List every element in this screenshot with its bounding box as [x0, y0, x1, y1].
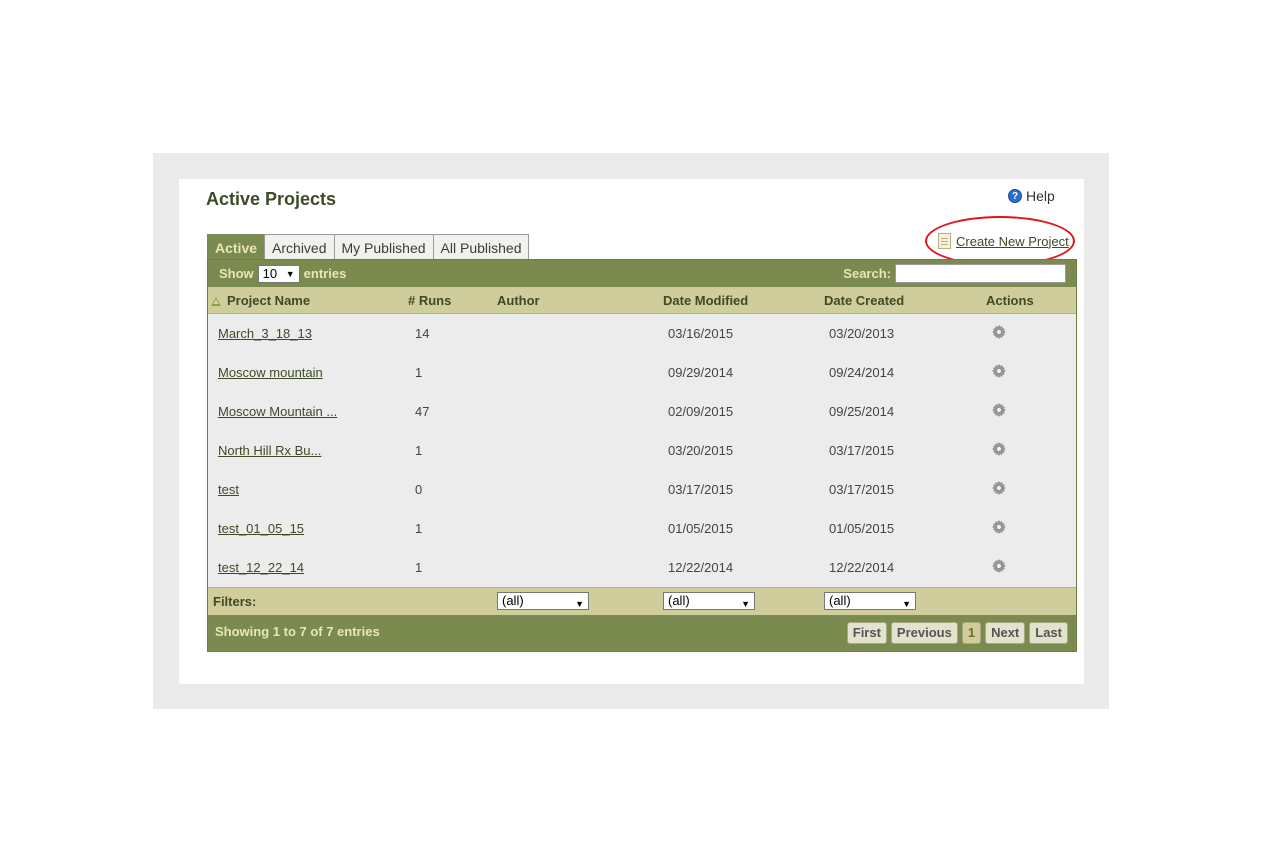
project-name-cell: test_12_22_14: [218, 560, 304, 575]
date-modified-cell: 03/17/2015: [668, 482, 734, 497]
page-1-button[interactable]: 1: [961, 622, 982, 644]
project-name-cell: Moscow mountain: [218, 365, 323, 380]
project-name-cell: Moscow Mountain ...: [218, 404, 337, 419]
date-created-cell: 09/24/2014: [829, 365, 895, 380]
project-link[interactable]: Moscow mountain: [218, 365, 323, 380]
date-created-cell: 03/17/2015: [829, 443, 895, 458]
project-name-cell: North Hill Rx Bu...: [218, 443, 321, 458]
date-modified-cell: 09/29/2014: [668, 365, 734, 380]
next-page-button[interactable]: Next: [985, 622, 1026, 644]
table-body: March_3_18_13 14 03/16/2015 03/20/2013 Mosco…: [208, 314, 1076, 587]
date-created-cell: 12/22/2014: [829, 560, 895, 575]
col-author[interactable]: Author: [497, 293, 540, 308]
date-created-cell: 03/20/2013: [829, 326, 895, 341]
project-name-cell: test: [218, 482, 239, 497]
date-created-cell: 03/17/2015: [829, 482, 895, 497]
first-page-button[interactable]: First: [846, 622, 887, 644]
help-link[interactable]: ? Help: [1008, 188, 1055, 204]
table-footer: Showing 1 to 7 of 7 entries First Previo…: [208, 615, 1076, 651]
project-name-cell: March_3_18_13: [218, 326, 312, 341]
table-row: test_01_05_15 1 01/05/2015 01/05/2015: [208, 509, 1076, 548]
col-project-name-label: Project Name: [227, 292, 311, 308]
entries-length-select[interactable]: 10 ▼: [257, 264, 300, 283]
table-row: Moscow mountain 1 09/29/2014 09/24/2014: [208, 353, 1076, 392]
created-filter-select[interactable]: (all) ▼: [824, 592, 916, 610]
dropdown-arrow-icon: ▼: [575, 599, 584, 609]
gear-icon[interactable]: [991, 558, 1007, 574]
runs-cell: 14: [415, 326, 430, 341]
date-created-cell: 01/05/2015: [829, 521, 895, 536]
date-modified-cell: 01/05/2015: [668, 521, 734, 536]
date-modified-cell: 02/09/2015: [668, 404, 734, 419]
runs-cell: 1: [415, 560, 423, 575]
modified-filter-value: (all): [668, 593, 690, 608]
runs-cell: 1: [415, 365, 423, 380]
runs-cell: 1: [415, 521, 423, 536]
table-row: Moscow Mountain ... 47 02/09/2015 09/25/201…: [208, 392, 1076, 431]
previous-page-button[interactable]: Previous: [890, 622, 958, 644]
search-input[interactable]: [895, 264, 1066, 283]
col-date-modified[interactable]: Date Modified: [663, 293, 748, 308]
table-row: North Hill Rx Bu... 1 03/20/2015 03/17/2015: [208, 431, 1076, 470]
document-icon: [938, 233, 951, 249]
project-link[interactable]: March_3_18_13: [218, 326, 312, 341]
col-actions: Actions: [986, 292, 1034, 308]
help-label: Help: [1026, 188, 1055, 204]
gear-icon[interactable]: [991, 402, 1007, 418]
dropdown-arrow-icon: ▼: [902, 599, 911, 609]
table-row: test 0 03/17/2015 03/17/2015: [208, 470, 1076, 509]
project-link[interactable]: test: [218, 482, 239, 497]
dropdown-arrow-icon: ▼: [285, 268, 295, 279]
project-name-cell: test_01_05_15: [218, 521, 304, 536]
tab-all-published[interactable]: All Published: [432, 234, 530, 260]
author-filter-select[interactable]: (all) ▼: [497, 592, 589, 610]
projects-table: Show 10 ▼ entries Search: Project Name #…: [207, 259, 1077, 652]
project-tabs: Active Archived My Published All Publish…: [207, 234, 530, 260]
project-link[interactable]: Moscow Mountain ...: [218, 404, 337, 419]
page-title: Active Projects: [206, 189, 337, 209]
date-modified-cell: 03/20/2015: [668, 443, 734, 458]
col-date-created[interactable]: Date Created: [824, 293, 904, 308]
date-modified-cell: 03/16/2015: [668, 326, 734, 341]
col-runs[interactable]: # Runs: [408, 293, 451, 308]
tab-active[interactable]: Active: [207, 234, 266, 260]
modified-filter-select[interactable]: (all) ▼: [663, 592, 755, 610]
table-toolbar: Show 10 ▼ entries Search:: [208, 260, 1076, 287]
author-filter-value: (all): [502, 593, 524, 608]
gear-icon[interactable]: [991, 441, 1007, 457]
gear-icon[interactable]: [991, 519, 1007, 535]
runs-cell: 47: [415, 404, 430, 419]
date-modified-cell: 12/22/2014: [668, 560, 734, 575]
project-link[interactable]: North Hill Rx Bu...: [218, 443, 321, 458]
show-label: Show: [219, 266, 254, 281]
created-filter-value: (all): [829, 593, 851, 608]
project-link[interactable]: test_01_05_15: [218, 521, 304, 536]
entries-info: Showing 1 to 7 of 7 entries: [215, 624, 380, 639]
table-header: Project Name # Runs Author Date Modified…: [208, 287, 1076, 314]
create-new-project-link[interactable]: Create New Project: [956, 234, 1069, 249]
question-circle-icon: ?: [1008, 189, 1022, 203]
filters-label: Filters:: [213, 594, 257, 609]
pagination: First Previous 1 Next Last: [846, 622, 1068, 644]
entries-length-value: 10: [262, 266, 278, 281]
tab-archived[interactable]: Archived: [264, 234, 335, 260]
col-project-name[interactable]: Project Name: [211, 293, 310, 308]
filters-row: Filters: (all) ▼ (all) ▼ (all) ▼: [208, 587, 1076, 615]
gear-icon[interactable]: [991, 363, 1007, 379]
dropdown-arrow-icon: ▼: [741, 599, 750, 609]
project-link[interactable]: test_12_22_14: [218, 560, 304, 575]
sort-ascending-icon: [211, 296, 221, 306]
runs-cell: 1: [415, 443, 423, 458]
date-created-cell: 09/25/2014: [829, 404, 895, 419]
tab-my-published[interactable]: My Published: [333, 234, 434, 260]
entries-label: entries: [303, 266, 347, 281]
runs-cell: 0: [415, 482, 423, 497]
table-row: test_12_22_14 1 12/22/2014 12/22/2014: [208, 548, 1076, 587]
search-label: Search:: [843, 266, 891, 281]
gear-icon[interactable]: [991, 324, 1007, 340]
last-page-button[interactable]: Last: [1029, 622, 1068, 644]
create-new-project[interactable]: Create New Project: [938, 233, 1069, 249]
gear-icon[interactable]: [991, 480, 1007, 496]
table-row: March_3_18_13 14 03/16/2015 03/20/2013: [208, 314, 1076, 353]
